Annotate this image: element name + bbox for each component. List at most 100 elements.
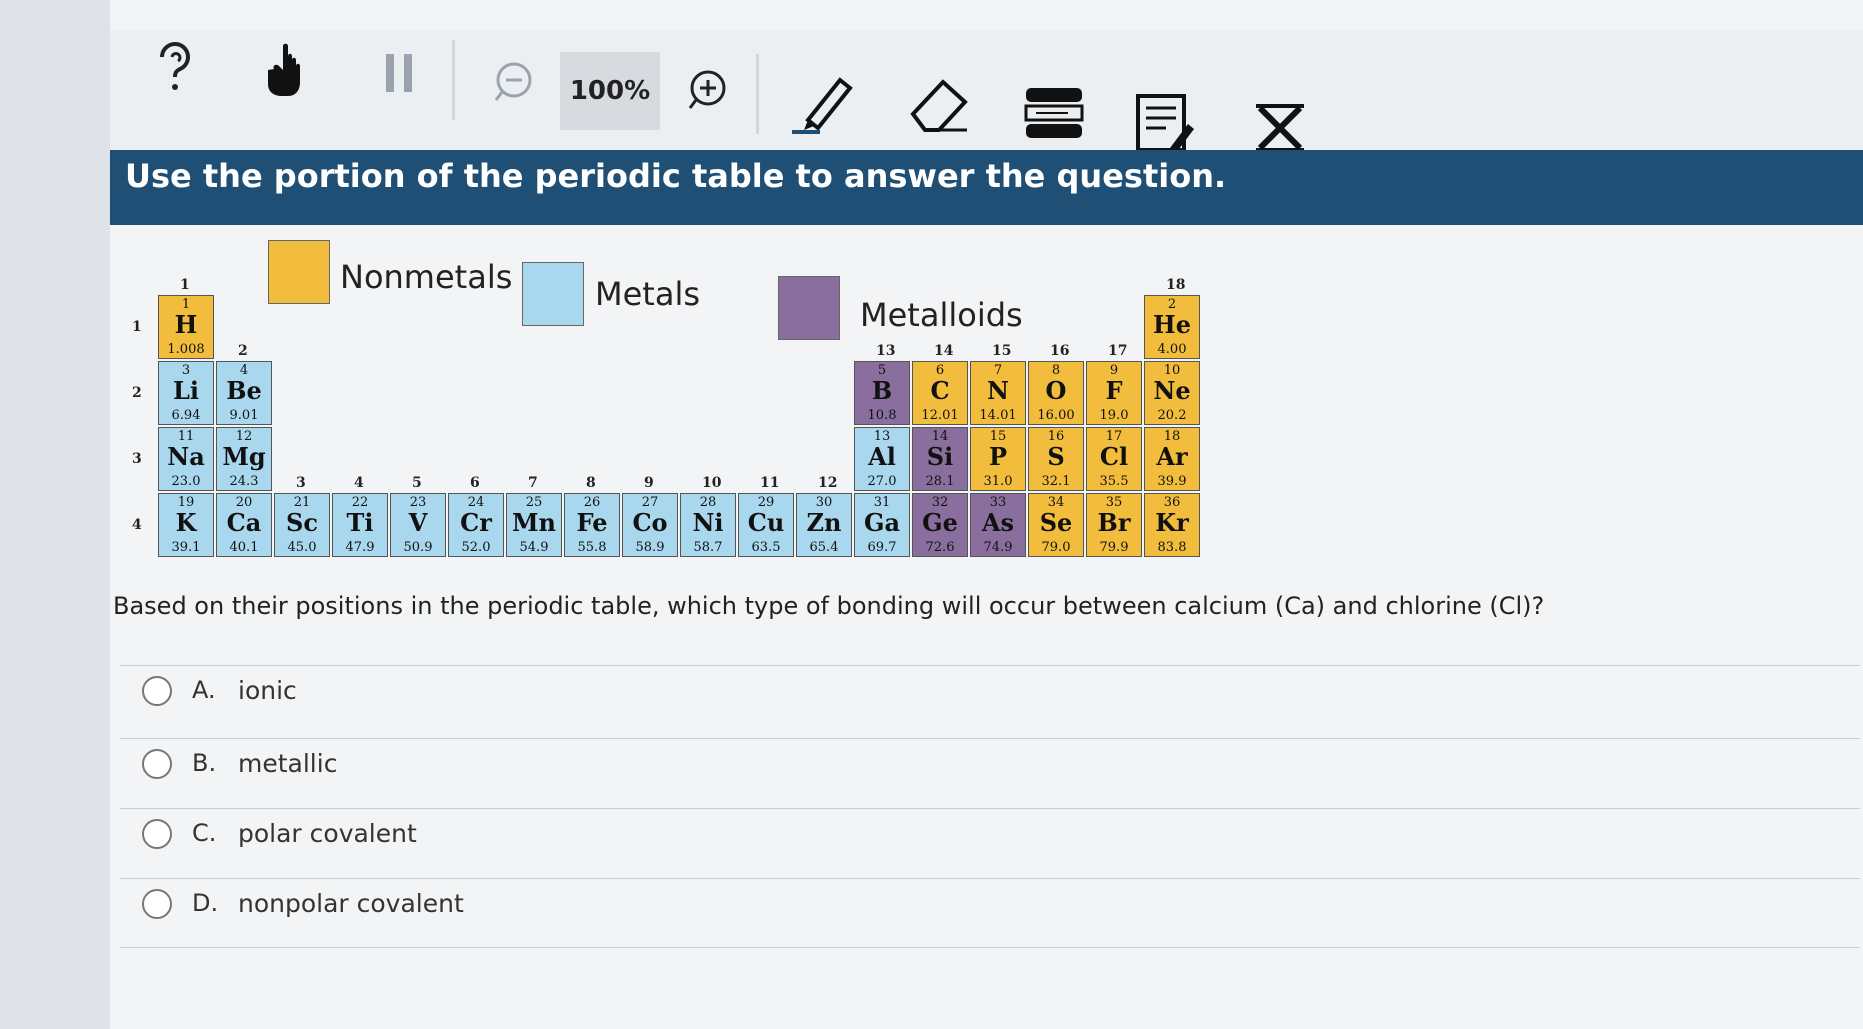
- element-symbol: Be: [226, 376, 262, 405]
- element-cell-ni: 28 Ni 58.7: [680, 493, 736, 557]
- radio-button-c[interactable]: [142, 819, 172, 849]
- atomic-mass: 58.9: [635, 540, 665, 555]
- group-label: 11: [760, 475, 780, 491]
- element-symbol: Na: [167, 442, 205, 471]
- atomic-mass: 6.94: [171, 408, 201, 423]
- atomic-mass: 10.8: [867, 408, 897, 423]
- atomic-mass: 16.00: [1037, 408, 1075, 423]
- atomic-mass: 9.01: [229, 408, 259, 423]
- atomic-mass: 47.9: [345, 540, 375, 555]
- atomic-mass: 54.9: [519, 540, 549, 555]
- element-cell-co: 27 Co 58.9: [622, 493, 678, 557]
- element-cell-fe: 26 Fe 55.8: [564, 493, 620, 557]
- group-label: 7: [528, 475, 538, 491]
- group-label: 4: [354, 475, 364, 491]
- element-symbol: Si: [926, 442, 954, 471]
- element-symbol: He: [1153, 310, 1191, 339]
- element-cell-zn: 30 Zn 65.4: [796, 493, 852, 557]
- element-cell-ge: 32 Ge 72.6: [912, 493, 968, 557]
- answer-option-a[interactable]: A. ionic: [120, 665, 1860, 734]
- option-letter: D.: [192, 889, 219, 917]
- element-cell-h: 1 H 1.008: [158, 295, 214, 359]
- group-label: 6: [470, 475, 480, 491]
- option-letter: A.: [192, 676, 216, 704]
- radio-button-a[interactable]: [142, 676, 172, 706]
- radio-button-d[interactable]: [142, 889, 172, 919]
- answer-option-c[interactable]: C. polar covalent: [120, 808, 1860, 877]
- element-cell-he: 2 He 4.00: [1144, 295, 1200, 359]
- atomic-mass: 23.0: [171, 474, 201, 489]
- radio-button-b[interactable]: [142, 749, 172, 779]
- atomic-mass: 50.9: [403, 540, 433, 555]
- element-cell-p: 15 P 31.0: [970, 427, 1026, 491]
- atomic-mass: 83.8: [1157, 540, 1187, 555]
- element-symbol: H: [174, 310, 198, 339]
- element-symbol: Li: [173, 376, 199, 405]
- element-symbol: As: [981, 508, 1015, 537]
- element-cell-na: 11 Na 23.0: [158, 427, 214, 491]
- atomic-mass: 79.9: [1099, 540, 1129, 555]
- element-symbol: Ca: [226, 508, 262, 537]
- element-symbol: Br: [1097, 508, 1131, 537]
- atomic-mass: 35.5: [1099, 474, 1129, 489]
- atomic-mass: 39.9: [1157, 474, 1187, 489]
- atomic-mass: 31.0: [983, 474, 1013, 489]
- element-cell-si: 14 Si 28.1: [912, 427, 968, 491]
- element-symbol: P: [988, 442, 1008, 471]
- element-cell-kr: 36 Kr 83.8: [1144, 493, 1200, 557]
- group-label: 1: [180, 277, 190, 293]
- element-cell-n: 7 N 14.01: [970, 361, 1026, 425]
- atomic-mass: 55.8: [577, 540, 607, 555]
- atomic-mass: 1.008: [167, 342, 205, 357]
- element-cell-b: 5 B 10.8: [854, 361, 910, 425]
- period-label: 4: [132, 517, 142, 533]
- atomic-mass: 12.01: [921, 408, 959, 423]
- element-symbol: Co: [632, 508, 668, 537]
- element-symbol: Fe: [576, 508, 608, 537]
- element-symbol: Cr: [460, 508, 492, 537]
- element-cell-cu: 29 Cu 63.5: [738, 493, 794, 557]
- element-symbol: Ti: [346, 508, 374, 537]
- option-text: nonpolar covalent: [238, 889, 464, 918]
- element-symbol: C: [930, 376, 950, 405]
- element-cell-cr: 24 Cr 52.0: [448, 493, 504, 557]
- element-cell-mg: 12 Mg 24.3: [216, 427, 272, 491]
- element-symbol: O: [1045, 376, 1067, 405]
- option-text: ionic: [238, 676, 297, 705]
- atomic-mass: 65.4: [809, 540, 839, 555]
- group-label: 3: [296, 475, 306, 491]
- element-cell-ar: 18 Ar 39.9: [1144, 427, 1200, 491]
- answer-option-d[interactable]: D. nonpolar covalent: [120, 878, 1860, 948]
- element-symbol: V: [408, 508, 428, 537]
- element-cell-f: 9 F 19.0: [1086, 361, 1142, 425]
- period-label: 2: [132, 385, 142, 401]
- group-label: 12: [818, 475, 838, 491]
- element-symbol: Se: [1039, 508, 1073, 537]
- element-cell-o: 8 O 16.00: [1028, 361, 1084, 425]
- atomic-mass: 4.00: [1157, 342, 1187, 357]
- element-symbol: Mn: [511, 508, 556, 537]
- option-text: metallic: [238, 749, 338, 778]
- element-cell-se: 34 Se 79.0: [1028, 493, 1084, 557]
- atomic-mass: 58.7: [693, 540, 723, 555]
- element-cell-ne: 10 Ne 20.2: [1144, 361, 1200, 425]
- atomic-mass: 69.7: [867, 540, 897, 555]
- element-cell-al: 13 Al 27.0: [854, 427, 910, 491]
- element-cell-v: 23 V 50.9: [390, 493, 446, 557]
- element-cell-ti: 22 Ti 47.9: [332, 493, 388, 557]
- group-label: 8: [586, 475, 596, 491]
- element-symbol: Ar: [1156, 442, 1188, 471]
- answer-option-b[interactable]: B. metallic: [120, 738, 1860, 807]
- period-label: 1: [132, 319, 142, 335]
- atomic-mass: 63.5: [751, 540, 781, 555]
- group-label: 16: [1050, 343, 1070, 359]
- test-viewer-screen: 100% Use the portion of the periodic tab…: [0, 0, 1863, 1029]
- atomic-mass: 27.0: [867, 474, 897, 489]
- option-letter: C.: [192, 819, 217, 847]
- element-symbol: Cu: [747, 508, 785, 537]
- element-symbol: Mg: [222, 442, 266, 471]
- element-cell-cl: 17 Cl 35.5: [1086, 427, 1142, 491]
- atomic-mass: 40.1: [229, 540, 259, 555]
- group-label: 13: [876, 343, 896, 359]
- atomic-mass: 74.9: [983, 540, 1013, 555]
